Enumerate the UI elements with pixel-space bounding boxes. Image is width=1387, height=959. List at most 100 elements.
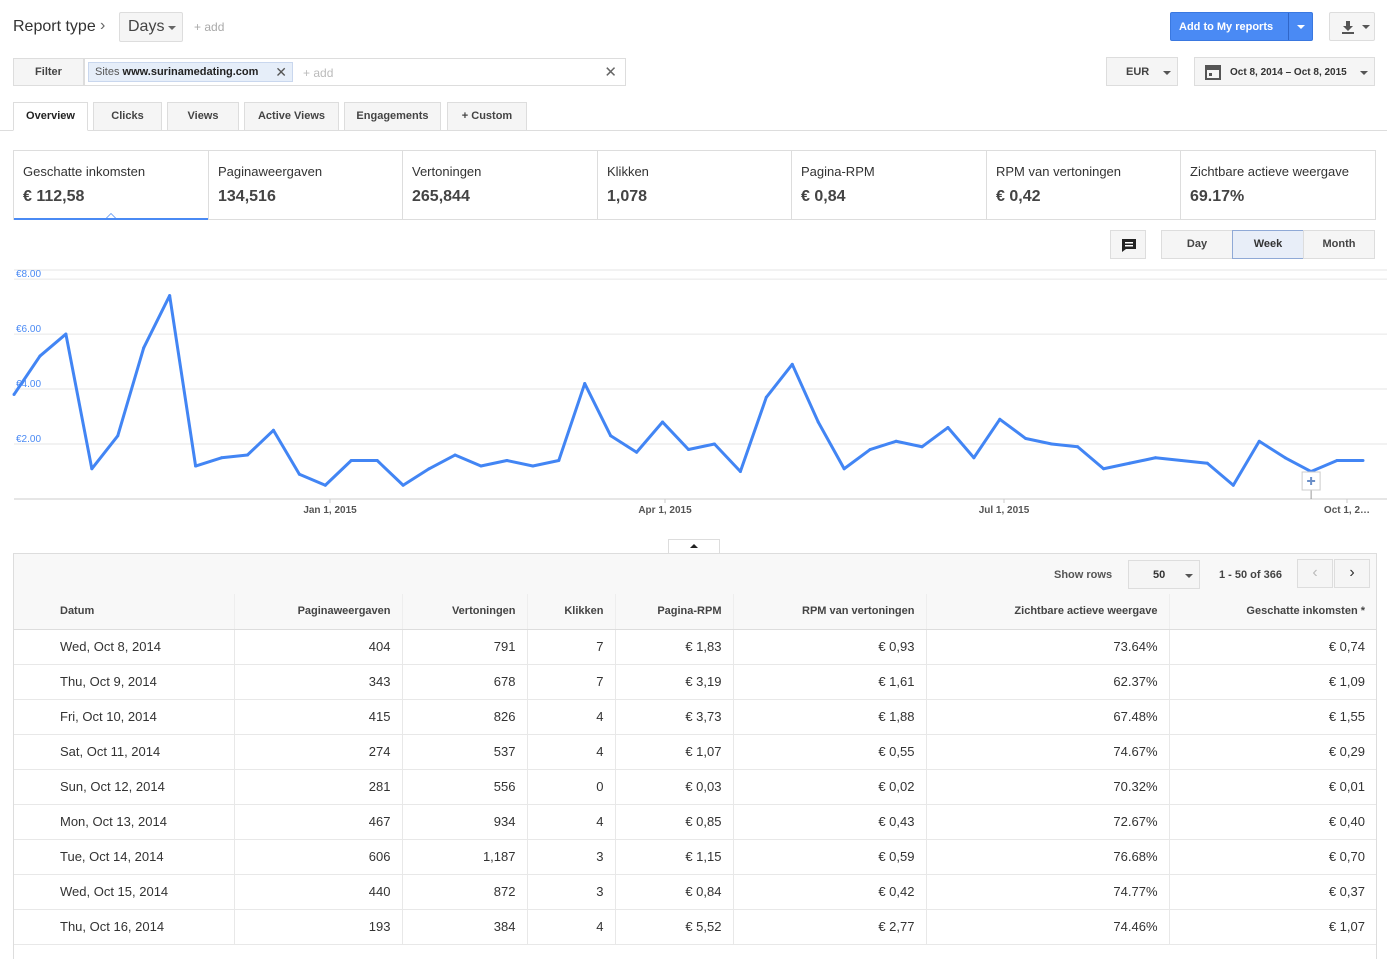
data-point: [816, 420, 820, 424]
table-row[interactable]: Thu, Oct 9, 2014 343 678 7 € 3,19 € 1,61 62.37…: [14, 664, 1376, 700]
tab-clicks[interactable]: Clicks: [93, 102, 162, 131]
cell-impression-rpm: € 0,43: [733, 804, 927, 840]
cell-impressions: 826: [402, 699, 528, 735]
cell-page-rpm: € 1,15: [615, 839, 734, 875]
data-point: [1050, 442, 1054, 446]
metric-clicks[interactable]: Klikken 1,078: [598, 151, 792, 219]
metric-value: 265,844: [412, 188, 470, 205]
chart-grid: [14, 269, 1387, 500]
metric-active-view-viewable[interactable]: Zichtbare actieve weergave 69.17%: [1181, 151, 1375, 219]
column-header-impression-rpm[interactable]: RPM van vertoningen: [733, 594, 927, 630]
metric-value: 69.17%: [1190, 188, 1245, 205]
cell-page-rpm: € 3,19: [615, 664, 734, 700]
rows-per-page-dropdown[interactable]: 50: [1128, 560, 1200, 589]
previous-page-button[interactable]: ‹: [1297, 559, 1333, 588]
granularity-day-button[interactable]: Day: [1161, 230, 1233, 259]
cell-clicks: 4: [527, 909, 616, 945]
column-header-page-views[interactable]: Paginaweergaven: [234, 594, 403, 630]
cell-date: Wed, Oct 15, 2014: [14, 874, 235, 910]
data-point: [1128, 461, 1132, 465]
data-point: [142, 346, 146, 350]
collapse-chart-toggle[interactable]: [668, 539, 720, 554]
data-point: [531, 464, 535, 468]
cell-impression-rpm: € 0,55: [733, 734, 927, 770]
granularity-week-button[interactable]: Week: [1232, 230, 1304, 259]
tab-overview[interactable]: Overview: [13, 102, 88, 131]
cell-clicks: 0: [527, 769, 616, 805]
cell-impression-rpm: € 0,93: [733, 629, 927, 665]
column-header-impressions[interactable]: Vertoningen: [402, 594, 528, 630]
data-point: [609, 434, 613, 438]
table-row[interactable]: Fri, Oct 10, 2014 415 826 4 € 3,73 € 1,88 67.4…: [14, 699, 1376, 735]
chevron-down-icon: [1185, 574, 1193, 578]
metric-impression-rpm[interactable]: RPM van vertoningen € 0,42: [987, 151, 1181, 219]
pagination-range: 1 - 50 of 366: [1219, 569, 1282, 581]
cell-impressions: 537: [402, 734, 528, 770]
data-point: [1024, 437, 1028, 441]
table-row[interactable]: Wed, Oct 8, 2014 404 791 7 € 1,83 € 0,93 73.64…: [14, 629, 1376, 665]
download-button[interactable]: [1329, 12, 1375, 41]
data-point: [220, 456, 224, 460]
plus-icon: +: [461, 110, 472, 122]
cell-impressions: 556: [402, 769, 528, 805]
cell-clicks: 4: [527, 734, 616, 770]
table-row[interactable]: Thu, Oct 16, 2014 193 384 4 € 5,52 € 2,77 74.4…: [14, 909, 1376, 945]
data-point: [1283, 456, 1287, 460]
metric-label: Paginaweergaven: [218, 164, 323, 179]
chevron-down-icon[interactable]: [1297, 25, 1305, 29]
chart-x-ticks: Jan 1, 2015 Apr 1, 2015 Jul 1, 2015 Oct 1, …: [303, 499, 1370, 516]
cell-clicks: 4: [527, 699, 616, 735]
column-header-clicks[interactable]: Klikken: [527, 594, 616, 630]
cell-estimated-earnings: € 1,55: [1169, 699, 1376, 735]
data-point: [894, 439, 898, 443]
chart-marker[interactable]: [1301, 471, 1321, 499]
metric-cards: Geschatte inkomsten € 112,58 Paginaweerg…: [13, 150, 1376, 220]
table-row[interactable]: Sun, Oct 12, 2014 281 556 0 € 0,03 € 0,02 70.3…: [14, 769, 1376, 805]
x-tick-label: Jul 1, 2015: [979, 505, 1030, 516]
report-header: Report type › Days + add Add to My repor…: [0, 0, 1387, 55]
metric-impressions[interactable]: Vertoningen 265,844: [403, 151, 598, 219]
cell-estimated-earnings: € 0,40: [1169, 804, 1376, 840]
filter-button[interactable]: Filter: [13, 58, 84, 86]
column-header-active-view[interactable]: Zichtbare actieve weergave: [926, 594, 1170, 630]
remove-chip-icon[interactable]: ✕: [275, 63, 287, 81]
add-to-my-reports-button[interactable]: Add to My reports: [1170, 12, 1313, 41]
table-row[interactable]: Sat, Oct 11, 2014 274 537 4 € 1,07 € 0,55 74.6…: [14, 734, 1376, 770]
data-point: [479, 464, 483, 468]
metric-page-views[interactable]: Paginaweergaven 134,516: [209, 151, 403, 219]
data-point: [1153, 456, 1157, 460]
table-row[interactable]: Wed, Oct 15, 2014 440 872 3 € 0,84 € 0,42 74.7…: [14, 874, 1376, 910]
metric-estimated-earnings[interactable]: Geschatte inkomsten € 112,58: [14, 151, 209, 220]
filter-add-link[interactable]: + add: [303, 66, 333, 80]
tab-engagements[interactable]: Engagements: [344, 102, 441, 131]
currency-dropdown[interactable]: EUR: [1106, 57, 1178, 86]
tab-custom[interactable]: + Custom: [447, 102, 527, 131]
column-header-estimated-earnings[interactable]: Geschatte inkomsten *: [1169, 594, 1376, 630]
filter-chip-site[interactable]: Sites www.surinamedating.com ✕: [88, 62, 293, 82]
annotation-button[interactable]: [1110, 230, 1146, 259]
cell-impression-rpm: € 1,88: [733, 699, 927, 735]
days-dropdown[interactable]: Days: [119, 12, 183, 42]
column-header-page-rpm[interactable]: Pagina-RPM: [615, 594, 734, 630]
tab-active-views[interactable]: Active Views: [244, 102, 339, 131]
cell-impression-rpm: € 0,02: [733, 769, 927, 805]
date-range-picker[interactable]: Oct 8, 2014 – Oct 8, 2015: [1194, 57, 1375, 86]
add-dimension-link[interactable]: + add: [194, 20, 224, 34]
next-page-button[interactable]: ›: [1334, 559, 1370, 588]
clear-filter-icon[interactable]: ✕: [604, 63, 617, 81]
cell-clicks: 4: [527, 804, 616, 840]
cell-impressions: 1,187: [402, 839, 528, 875]
granularity-month-button[interactable]: Month: [1303, 230, 1375, 259]
column-header-date[interactable]: Datum: [14, 594, 235, 630]
cell-impressions: 678: [402, 664, 528, 700]
table-row[interactable]: Tue, Oct 14, 2014 606 1,187 3 € 1,15 € 0,59 76…: [14, 839, 1376, 875]
tab-views[interactable]: Views: [167, 102, 239, 131]
chevron-down-icon: [1362, 25, 1370, 29]
earnings-line-chart[interactable]: €8.00€6.00€4.00€2.00 Jan 1, 2015 Apr 1, 2…: [0, 265, 1387, 520]
cell-date: Thu, Oct 9, 2014: [14, 664, 235, 700]
filter-input-box[interactable]: Sites www.surinamedating.com ✕ + add ✕: [84, 58, 626, 86]
cell-active-view: 74.67%: [926, 734, 1170, 770]
table-row[interactable]: Mon, Oct 13, 2014 467 934 4 € 0,85 € 0,43 72.6…: [14, 804, 1376, 840]
cell-impression-rpm: € 0,42: [733, 874, 927, 910]
metric-page-rpm[interactable]: Pagina-RPM € 0,84: [792, 151, 987, 219]
